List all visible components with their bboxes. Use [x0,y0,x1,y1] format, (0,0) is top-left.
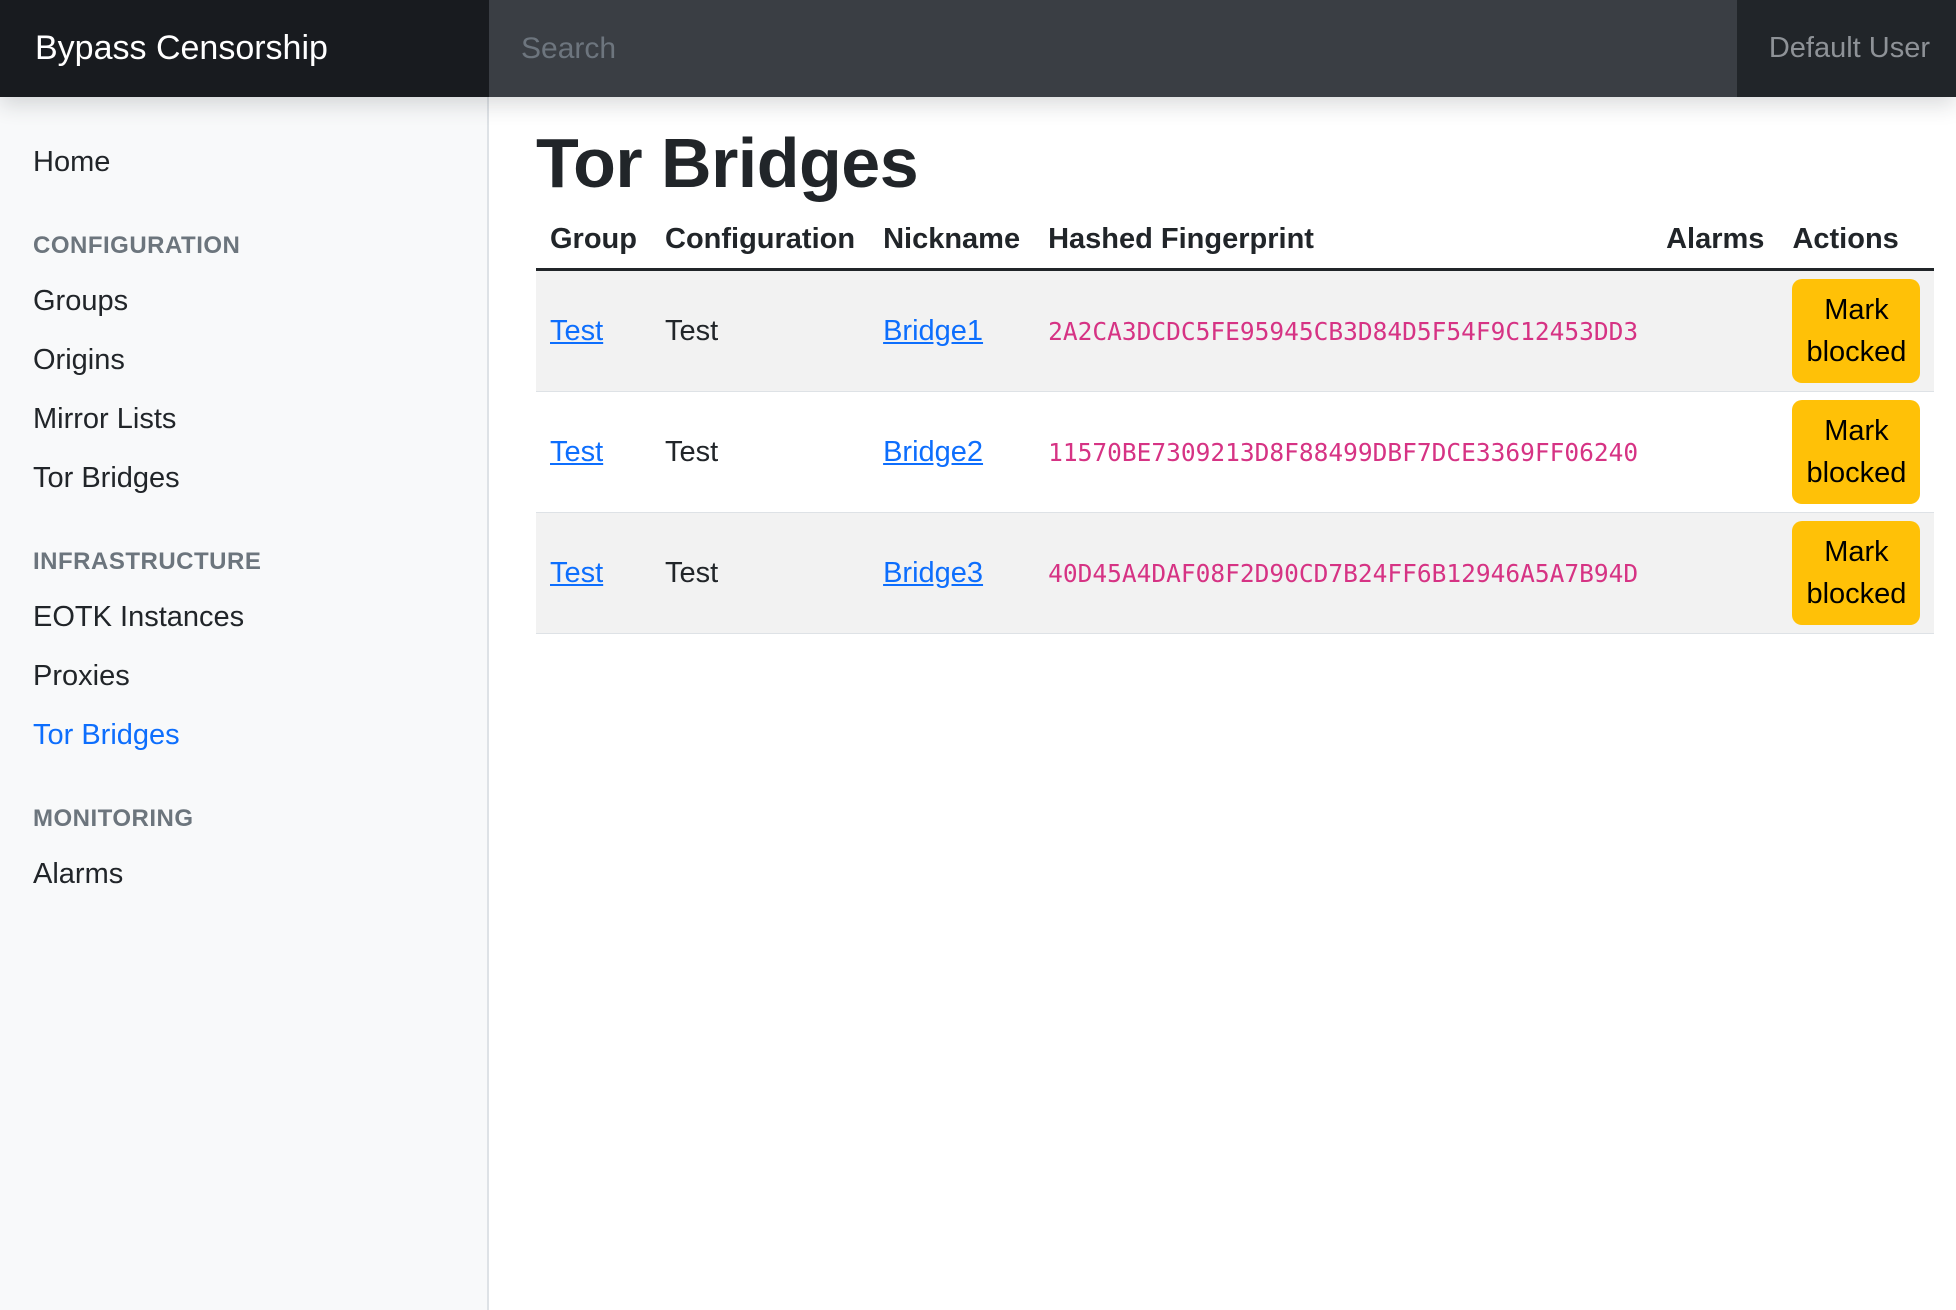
brand-link[interactable]: Bypass Censorship [0,0,489,97]
column-header-group: Group [536,211,651,270]
nickname-cell: Bridge3 [869,513,1034,634]
nickname-link[interactable]: Bridge1 [883,315,983,347]
search-input[interactable] [489,0,1737,97]
page-title: Tor Bridges [536,123,1934,203]
page-shell: Home CONFIGURATION Groups Origins Mirror Lis… [0,97,1956,1310]
app-root: Bypass Censorship Default User Home CONFI… [0,0,1956,1310]
sidebar-item-proxies[interactable]: Proxies [33,655,467,698]
header-row: Group Configuration Nickname Hashed Fing… [536,211,1934,270]
fingerprint-code: 11570BE7309213D8F88499DBF7DCE3369FF06240 [1048,438,1638,467]
column-header-actions: Actions [1778,211,1934,270]
sidebar-item-origins[interactable]: Origins [33,339,467,382]
mark-blocked-button[interactable]: Mark blocked [1792,400,1920,504]
actions-cell: Mark blocked [1778,270,1934,392]
nickname-link[interactable]: Bridge3 [883,557,983,589]
nickname-cell: Bridge1 [869,270,1034,392]
fingerprint-cell: 11570BE7309213D8F88499DBF7DCE3369FF06240 [1034,392,1652,513]
actions-cell: Mark blocked [1778,392,1934,513]
nickname-link[interactable]: Bridge2 [883,436,983,468]
sidebar-item-eotk-instances[interactable]: EOTK Instances [33,596,467,639]
configuration-cell: Test [651,513,869,634]
sidebar-item-groups[interactable]: Groups [33,280,467,323]
user-menu[interactable]: Default User [1737,0,1956,97]
group-link[interactable]: Test [550,557,603,589]
sidebar-item-tor-bridges[interactable]: Tor Bridges [33,457,467,500]
table-row: Test Test Bridge3 40D45A4DAF08F2D90CD7B24FF… [536,513,1934,634]
mark-blocked-button[interactable]: Mark blocked [1792,279,1920,383]
group-cell: Test [536,270,651,392]
alarms-cell [1652,392,1778,513]
mark-blocked-button[interactable]: Mark blocked [1792,521,1920,625]
alarms-cell [1652,270,1778,392]
sidebar-section-monitoring: MONITORING [33,801,467,837]
sidebar-item-alarms[interactable]: Alarms [33,853,467,896]
bridges-table-head: Group Configuration Nickname Hashed Fing… [536,211,1934,270]
fingerprint-code: 40D45A4DAF08F2D90CD7B24FF6B12946A5A7B94D [1048,559,1638,588]
bridges-table: Group Configuration Nickname Hashed Fing… [536,211,1934,634]
bridges-table-body: TestTestBridge12A2CA3DCDC5FE95945CB3D84D… [536,270,1934,634]
column-header-nickname: Nickname [869,211,1034,270]
sidebar-item-mirror-lists[interactable]: Mirror Lists [33,398,467,441]
column-header-alarms: Alarms [1652,211,1778,270]
actions-cell: Mark blocked [1778,513,1934,634]
configuration-cell: Test [651,270,869,392]
top-navbar: Bypass Censorship Default User [0,0,1956,97]
sidebar-section-infrastructure: INFRASTRUCTURE [33,544,467,580]
search-area [489,0,1737,97]
alarms-cell [1652,513,1778,634]
fingerprint-cell: 40D45A4DAF08F2D90CD7B24FF6B12946A5A7B94D [1034,513,1652,634]
sidebar-section-configuration: CONFIGURATION [33,228,467,264]
group-link[interactable]: Test [550,315,603,347]
group-cell: Test [536,392,651,513]
sidebar: Home CONFIGURATION Groups Origins Mirror Lis… [0,97,489,1310]
nickname-cell: Bridge2 [869,392,1034,513]
sidebar-item-home[interactable]: Home [33,141,467,184]
fingerprint-code: 2A2CA3DCDC5FE95945CB3D84D5F54F9C12453DD3 [1048,317,1638,346]
main-content: Tor Bridges Group Configuration Nickname [489,97,1956,1310]
sidebar-item-tor-bridges[interactable]: Tor Bridges [33,714,467,757]
column-header-configuration: Configuration [651,211,869,270]
table-row: Test Test Bridge2 11570BE7309213D8F88499DBF… [536,392,1934,513]
table-row: Test Test Bridge1 2A2CA3DCDC5FE95945CB3D84D… [536,270,1934,392]
configuration-cell: Test [651,392,869,513]
group-cell: Test [536,513,651,634]
column-header-hashed-fingerprint: Hashed Fingerprint [1034,211,1652,270]
fingerprint-cell: 2A2CA3DCDC5FE95945CB3D84D5F54F9C12453DD3 [1034,270,1652,392]
group-link[interactable]: Test [550,436,603,468]
